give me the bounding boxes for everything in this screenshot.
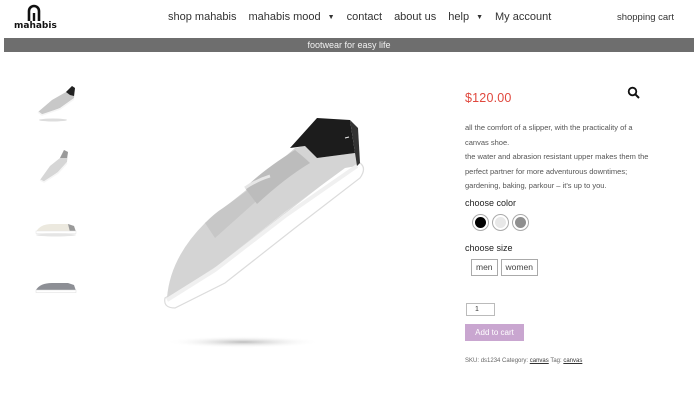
size-option-men[interactable]: men [471,259,498,276]
description-line: canvas shoe. [465,137,510,147]
nav-contact-label: contact [346,11,383,23]
tag-label: Tag: [550,358,562,364]
thumbnail-1[interactable] [30,78,82,130]
shoe-thumbnail-icon [35,283,77,293]
product-price: $120.00 [465,91,512,105]
size-option-women[interactable]: women [500,259,538,276]
brand-logo[interactable]: mahabis [14,4,57,34]
category-link[interactable]: canvas [530,358,549,364]
product-meta: SKU: ds1234 Category: canvas Tag: canvas [465,358,582,364]
nav-mood-label: mahabis mood [248,11,321,23]
nav-help[interactable]: help ▼ [448,11,483,23]
description-line: all the comfort of a slipper, with the p… [465,123,633,132]
description-line: the water and abrasion resistant upper m… [465,152,649,161]
shoe-image-icon [164,118,365,348]
shoe-thumbnail-icon [37,86,75,122]
main-nav: shop mahabis mahabis mood ▼ contact abou… [168,11,563,23]
add-to-cart-button[interactable]: Add to cart [465,324,524,341]
thumbnail-gallery [30,78,82,326]
quantity-input[interactable]: 1 [466,303,495,316]
choose-size-label: choose size [465,243,513,253]
brand-name: mahabis [14,21,57,31]
shoe-thumbnail-icon [35,224,77,237]
nav-contact[interactable]: contact [347,11,382,23]
nav-account-label: My account [495,11,552,23]
thumbnail-3[interactable] [30,202,82,254]
nav-mood[interactable]: mahabis mood ▼ [249,11,335,23]
nav-account[interactable]: My account [495,11,551,23]
shoe-thumbnail-icon [39,150,68,183]
color-swatches [472,214,532,231]
color-swatch-black[interactable] [472,214,489,231]
description-line: perfect partner for more adventurous dow… [465,166,628,176]
nav-about-label: about us [394,11,437,23]
chevron-down-icon: ▼ [327,13,335,21]
site-header: mahabis shop mahabis mahabis mood ▼ cont… [0,0,700,38]
nav-help-label: help [448,11,470,23]
promo-banner: footwear for easy life [4,38,694,52]
choose-color-label: choose color [465,198,517,208]
shopping-cart-link[interactable]: shopping cart [617,12,674,23]
logo-icon [27,4,41,21]
search-icon[interactable] [627,86,641,100]
color-swatch-gray[interactable] [512,214,529,231]
nav-shop-label: shop mahabis [168,11,237,23]
thumbnail-4[interactable] [30,264,82,316]
sku-value: ds1234 [480,358,501,364]
nav-about[interactable]: about us [394,11,436,23]
chevron-down-icon: ▼ [476,13,483,21]
thumbnail-2[interactable] [30,140,82,192]
sku-label: SKU: [465,358,480,364]
product-main-image[interactable] [145,108,390,363]
tag-link[interactable]: canvas [563,358,582,364]
size-options: men women [471,259,541,276]
description-line: gardening, baking, parkour – it's up to … [465,181,607,190]
nav-shop[interactable]: shop mahabis [168,11,237,23]
color-swatch-white[interactable] [492,214,509,231]
category-label: Category: [502,358,529,364]
product-description: all the comfort of a slipper, with the p… [465,121,665,194]
